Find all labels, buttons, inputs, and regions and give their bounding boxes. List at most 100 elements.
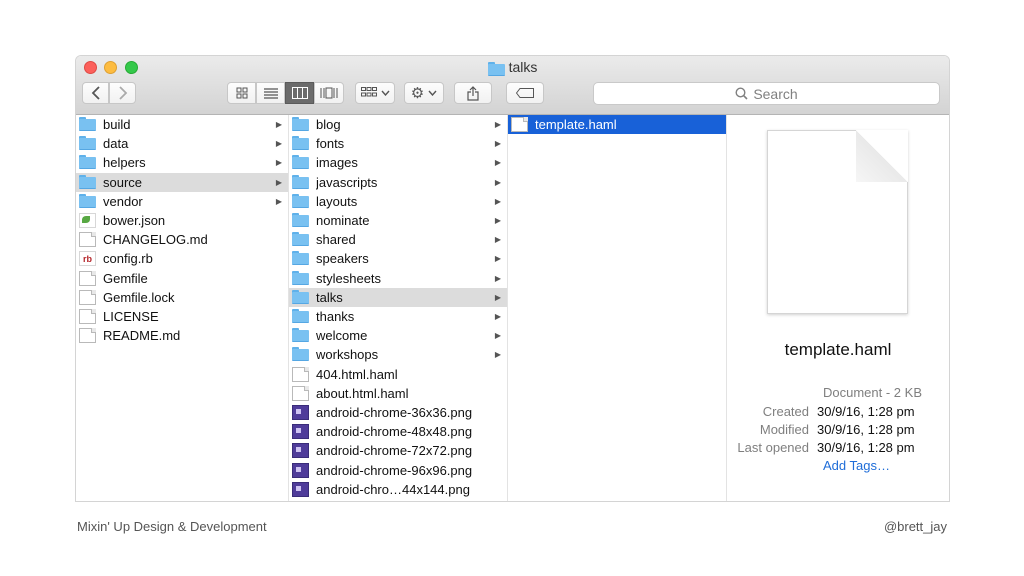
- document-icon: [79, 232, 96, 248]
- folder-icon: [79, 155, 96, 170]
- file-name: LICENSE: [103, 309, 159, 324]
- document-icon: [292, 385, 309, 401]
- preview-pane: template.haml Document - 2 KB Created 30…: [727, 115, 949, 501]
- add-tags-link[interactable]: Add Tags…: [823, 458, 890, 473]
- list-item[interactable]: talks ▶: [289, 287, 507, 307]
- list-item[interactable]: Gemfile: [76, 269, 288, 288]
- column-view-button[interactable]: [285, 82, 314, 104]
- search-field[interactable]: Search: [593, 82, 940, 105]
- icon-view-button[interactable]: [227, 82, 256, 104]
- back-button[interactable]: [82, 82, 109, 104]
- folder-icon: [292, 309, 309, 324]
- list-item[interactable]: bower.json: [76, 211, 288, 230]
- column-2[interactable]: blog ▶ fonts ▶ images ▶ javascripts ▶ layouts ▶ no…: [289, 115, 508, 501]
- preview-kind: Document - 2 KB: [823, 385, 922, 400]
- list-item[interactable]: workshops ▶: [289, 345, 507, 364]
- list-item[interactable]: vendor ▶: [76, 192, 288, 211]
- list-item[interactable]: rb config.rb: [76, 249, 288, 268]
- tag-icon: [516, 88, 534, 98]
- search-icon: [735, 87, 748, 100]
- chevron-down-icon: [380, 90, 390, 96]
- toolbar: talks ⚙ Search: [76, 56, 949, 115]
- tags-button[interactable]: [506, 82, 544, 104]
- list-item[interactable]: helpers ▶: [76, 153, 288, 172]
- list-view-button[interactable]: [256, 82, 285, 104]
- share-button[interactable]: [454, 82, 492, 104]
- file-name: javascripts: [316, 174, 378, 190]
- list-item[interactable]: README.md: [76, 326, 288, 345]
- forward-button[interactable]: [109, 82, 136, 104]
- share-icon: [467, 85, 479, 101]
- column-3[interactable]: template.haml: [508, 115, 727, 501]
- folder-icon: [292, 270, 309, 286]
- file-name: about.html.haml: [316, 385, 409, 401]
- list-item[interactable]: fonts ▶: [289, 134, 507, 153]
- disclosure-arrow-icon: ▶: [494, 177, 502, 187]
- meta-key: Last opened: [737, 440, 809, 455]
- cover-flow-icon: [320, 87, 338, 99]
- folder-icon: [292, 213, 309, 228]
- disclosure-arrow-icon: ▶: [275, 139, 283, 149]
- list-item[interactable]: welcome ▶: [289, 326, 507, 345]
- list-item[interactable]: android-chrome-72x72.png: [289, 441, 507, 460]
- file-name: shared: [316, 232, 356, 248]
- file-name: android-chrome-48x48.png: [316, 424, 473, 440]
- folder-icon: [292, 232, 309, 247]
- folder-icon: [487, 62, 505, 76]
- disclosure-arrow-icon: ▶: [275, 158, 283, 168]
- preview-file-name: template.haml: [784, 340, 892, 359]
- list-item[interactable]: data ▶: [76, 134, 288, 153]
- action-button[interactable]: ⚙: [404, 82, 444, 104]
- list-item[interactable]: stylesheets ▶: [289, 269, 507, 288]
- list-item[interactable]: thanks ▶: [289, 307, 507, 326]
- file-name: data: [103, 136, 129, 152]
- list-item[interactable]: android-chrome-48x48.png: [289, 422, 507, 441]
- file-name: README.md: [103, 328, 181, 344]
- list-item[interactable]: about.html.haml: [289, 384, 507, 403]
- file-name: template.haml: [535, 117, 617, 132]
- meta-value: 30/9/16, 1:28 pm: [817, 422, 915, 437]
- disclosure-arrow-icon: ▶: [494, 120, 502, 129]
- list-item[interactable]: source ▶: [76, 172, 288, 192]
- list-item[interactable]: blog ▶: [289, 115, 507, 134]
- file-name: android-chrome-36x36.png: [316, 405, 473, 420]
- footer-talk-title: Mixin' Up Design & Development: [77, 519, 267, 534]
- file-name: thanks: [316, 309, 355, 324]
- list-item[interactable]: nominate ▶: [289, 211, 507, 230]
- file-name: android-chrome-72x72.png: [316, 443, 473, 459]
- list-item[interactable]: 404.html.haml: [289, 365, 507, 384]
- folder-icon: [292, 328, 309, 343]
- file-name: workshops: [316, 347, 379, 363]
- footer-handle: @brett_jay: [883, 519, 947, 534]
- list-item[interactable]: images ▶: [289, 153, 507, 172]
- column-1[interactable]: build ▶ data ▶ helpers ▶ source ▶ vendor ▶ bower.j…: [76, 115, 289, 501]
- column-view-icon: [291, 87, 308, 99]
- arrange-icon: [360, 87, 377, 97]
- list-item[interactable]: android-chro…44x144.png: [289, 480, 507, 499]
- list-item[interactable]: template.haml: [508, 115, 726, 134]
- list-item[interactable]: build ▶: [76, 115, 288, 134]
- folder-icon: [292, 174, 309, 190]
- window-title-label: talks: [508, 59, 538, 75]
- list-item[interactable]: CHANGELOG.md: [76, 230, 288, 249]
- list-item[interactable]: LICENSE: [76, 307, 288, 326]
- list-item[interactable]: android-chrome-36x36.png: [289, 403, 507, 422]
- meta-last-opened: Last opened 30/9/16, 1:28 pm: [727, 440, 949, 458]
- list-item[interactable]: javascripts ▶: [289, 173, 507, 192]
- disclosure-arrow-icon: ▶: [275, 177, 283, 187]
- list-item[interactable]: speakers ▶: [289, 249, 507, 268]
- arrange-button[interactable]: [355, 82, 395, 104]
- list-item[interactable]: android-chrome-96x96.png: [289, 461, 507, 480]
- disclosure-arrow-icon: ▶: [494, 273, 502, 283]
- list-item[interactable]: Gemfile.lock: [76, 288, 288, 307]
- image-file-icon: [292, 405, 309, 420]
- gallery-view-button[interactable]: [314, 82, 344, 104]
- list-item[interactable]: layouts ▶: [289, 192, 507, 211]
- image-file-icon: [292, 443, 309, 459]
- list-item[interactable]: shared ▶: [289, 230, 507, 249]
- document-icon: [79, 289, 96, 305]
- gear-icon: ⚙: [410, 84, 425, 102]
- disclosure-arrow-icon: ▶: [494, 331, 502, 341]
- folder-icon: [79, 136, 96, 151]
- disclosure-arrow-icon: ▶: [494, 196, 502, 206]
